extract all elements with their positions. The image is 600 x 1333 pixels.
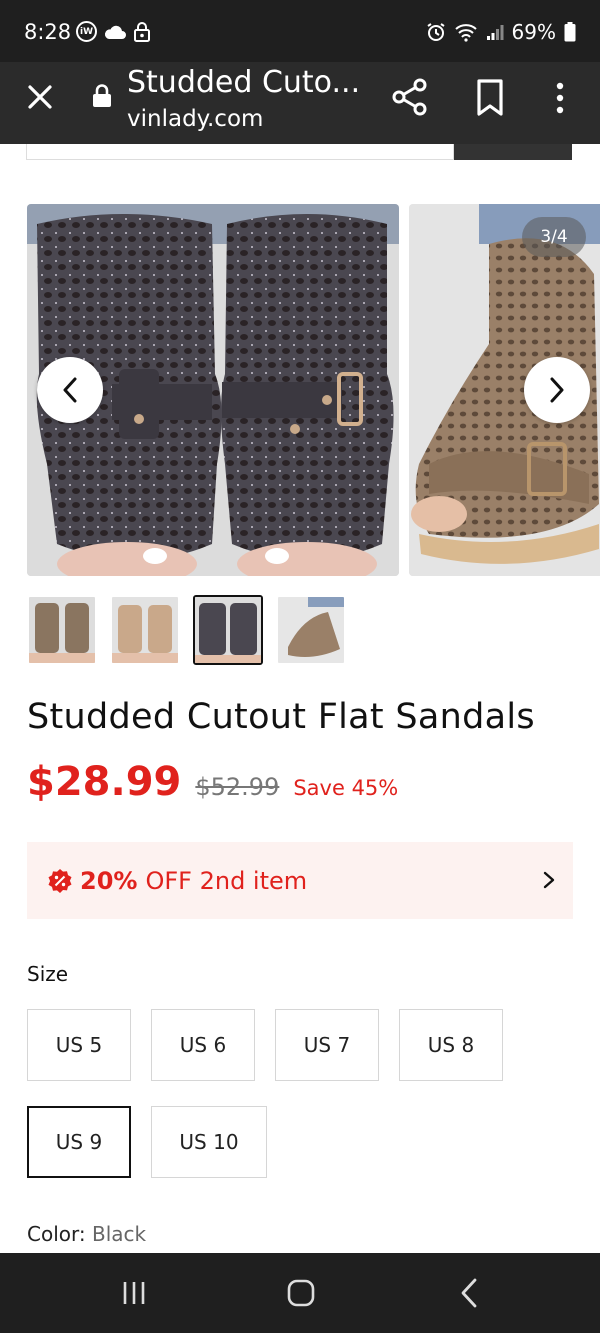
gallery-next-button[interactable] [524,357,590,423]
cloud-icon [104,25,126,39]
wifi-icon [454,24,477,42]
size-option-us10[interactable]: US 10 [151,1106,267,1178]
signal-icon [486,25,504,40]
back-icon[interactable] [458,1277,480,1309]
size-option-us6[interactable]: US 6 [151,1009,255,1081]
system-nav-bar [0,1253,600,1333]
battery-icon [564,22,576,42]
product-title: Studded Cutout Flat Sandals [27,697,535,737]
status-left-icons: iW [76,21,151,42]
chevron-left-icon [63,377,77,403]
status-right-icons: 69% [426,20,576,44]
thumbnail-3[interactable] [193,595,263,665]
thumbnail-4[interactable] [276,595,346,665]
color-row: Color: Black [27,1222,146,1246]
price-row: $28.99 $52.99 Save 45% [27,759,398,805]
size-label: Size [27,962,69,986]
product-gallery[interactable] [27,204,600,576]
scrolled-button-remnant [454,144,572,160]
recent-apps-icon[interactable] [120,1279,148,1307]
bookmark-icon[interactable] [474,78,506,118]
page-title[interactable]: Studded Cuto... [127,65,367,100]
more-menu-icon[interactable] [548,78,572,118]
status-time: 8:28 [24,20,72,44]
color-value: Black [91,1222,147,1246]
gallery-prev-button[interactable] [37,357,103,423]
size-option-us7[interactable]: US 7 [275,1009,379,1081]
status-bar: 8:28 iW 69% [0,0,600,62]
promo-text: OFF 2nd item [145,866,308,895]
battery-percent: 69% [511,20,556,44]
alarm-icon [426,23,445,41]
thumbnail-1[interactable] [27,595,97,665]
lock-status-icon [134,21,150,42]
discount-badge-icon [48,868,72,893]
share-icon[interactable] [390,77,430,117]
save-percentage: Save 45% [293,776,399,800]
promo-banner[interactable]: 20% OFF 2nd item [27,842,573,919]
scrolled-input-remnant [26,144,454,160]
page-domain[interactable]: vinlady.com [127,106,263,132]
image-counter: 3/4 [522,217,586,257]
size-option-us9[interactable]: US 9 [27,1106,131,1178]
promo-percent: 20% [80,866,138,895]
browser-toolbar: Studded Cuto... vinlady.com [0,62,600,144]
size-option-us5[interactable]: US 5 [27,1009,131,1081]
chevron-right-icon [543,871,555,889]
thumbnail-strip [27,595,346,665]
chevron-right-icon [550,377,564,403]
current-price: $28.99 [27,759,182,805]
size-option-us8[interactable]: US 8 [399,1009,503,1081]
original-price: $52.99 [195,773,280,801]
iw-badge-icon: iW [76,21,97,42]
color-label: Color: [27,1222,86,1246]
close-icon[interactable] [22,79,58,115]
home-icon[interactable] [286,1278,316,1308]
thumbnail-2[interactable] [110,595,180,665]
lock-icon [93,84,111,107]
